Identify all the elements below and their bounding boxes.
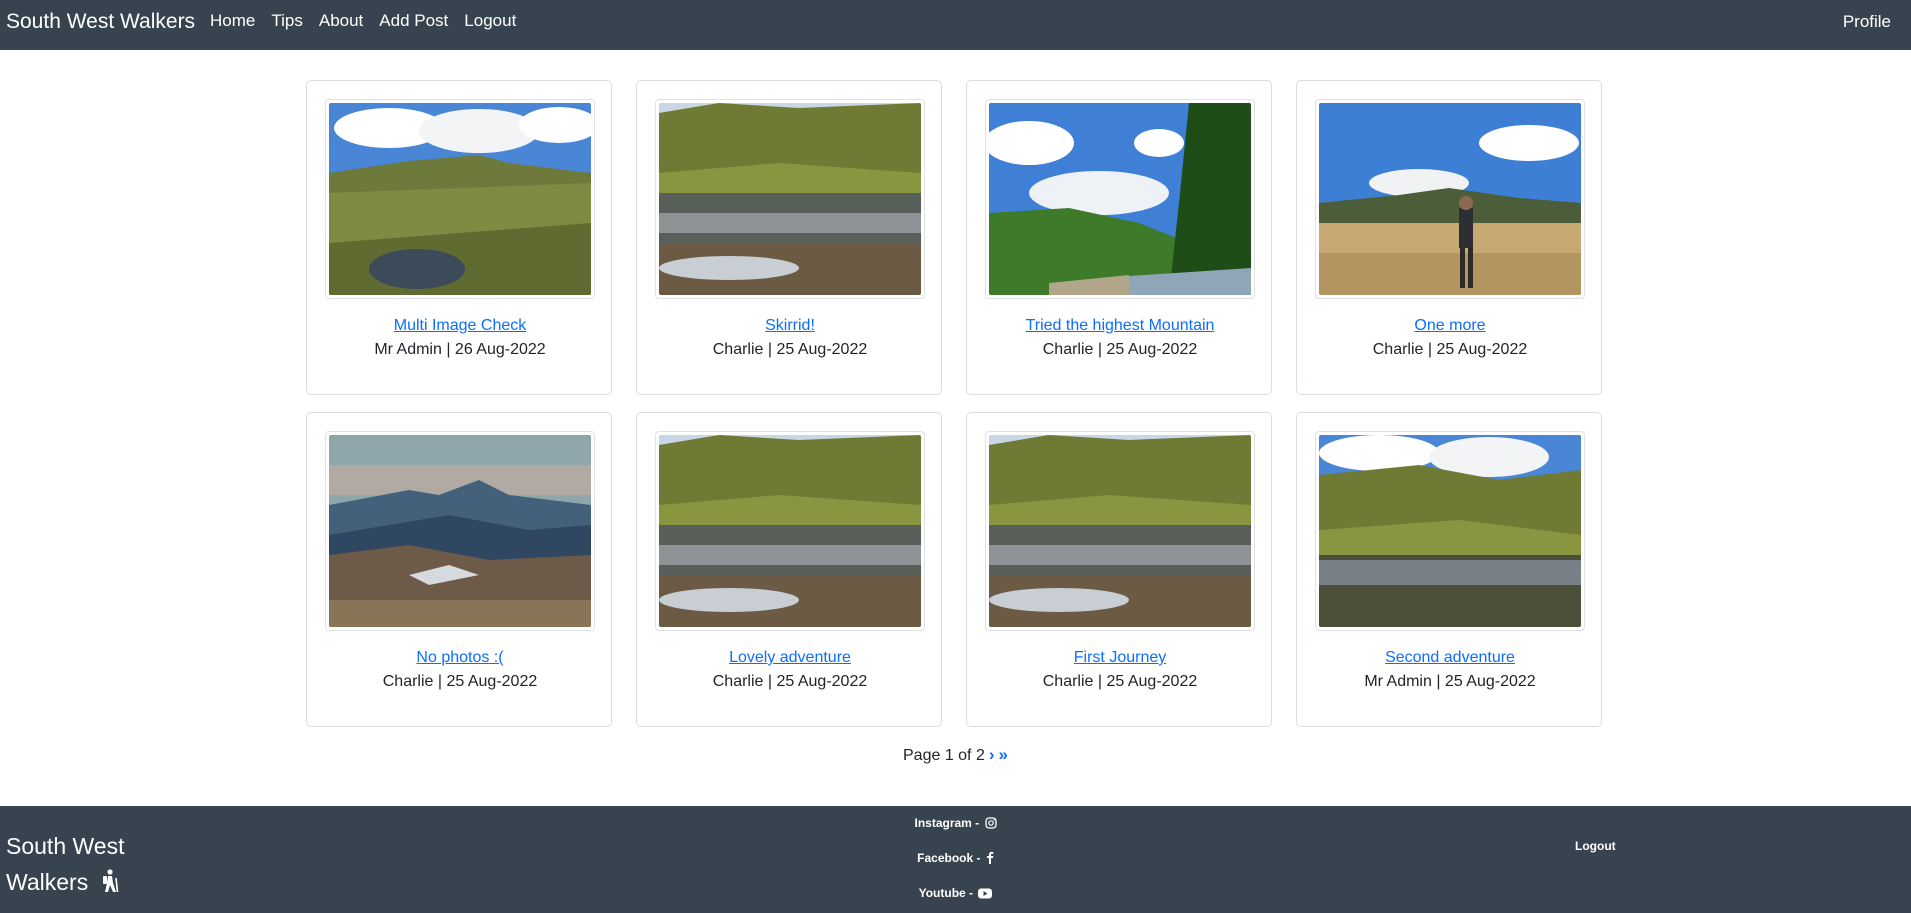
post-meta: Charlie | 25 Aug-2022	[382, 673, 538, 690]
footer: South West Walkers Instagram - Facebook …	[0, 806, 1911, 913]
post-thumbnail-frame[interactable]	[325, 431, 595, 631]
post-title-link[interactable]: Second adventure	[1297, 649, 1603, 667]
post-card: Tried the highest Mountain Charlie | 25 …	[966, 80, 1272, 395]
post-title-link[interactable]: One more	[1297, 317, 1603, 335]
pagination-text: Page 1 of 2	[903, 747, 985, 764]
nav-home[interactable]: Home	[210, 12, 255, 30]
post-image[interactable]	[1319, 435, 1581, 627]
post-thumbnail-frame[interactable]	[655, 99, 925, 299]
facebook-link[interactable]: Facebook -	[0, 851, 1911, 865]
youtube-link[interactable]: Youtube -	[0, 886, 1911, 900]
post-image[interactable]	[659, 103, 921, 295]
post-card: Lovely adventure Charlie | 25 Aug-2022	[636, 412, 942, 727]
post-card: One more Charlie | 25 Aug-2022	[1296, 80, 1602, 395]
post-meta: Charlie | 25 Aug-2022	[712, 673, 868, 690]
post-card: First Journey Charlie | 25 Aug-2022	[966, 412, 1272, 727]
post-image[interactable]	[989, 435, 1251, 627]
post-meta: Charlie | 25 Aug-2022	[712, 341, 868, 358]
post-meta: Charlie | 25 Aug-2022	[1372, 341, 1528, 358]
next-page-icon[interactable]: ›	[989, 745, 995, 764]
nav-about[interactable]: About	[319, 12, 363, 30]
post-title-link[interactable]: No photos :(	[307, 649, 613, 667]
top-navbar: South West Walkers Home Tips About Add P…	[0, 0, 1911, 50]
post-meta: Mr Admin | 25 Aug-2022	[1364, 673, 1536, 690]
post-card: Skirrid! Charlie | 25 Aug-2022	[636, 80, 942, 395]
post-grid: Multi Image Check Mr Admin | 26 Aug-2022…	[306, 80, 1602, 727]
instagram-label: Instagram -	[914, 816, 980, 830]
facebook-label: Facebook -	[917, 851, 981, 865]
footer-logout-link[interactable]: Logout	[1575, 839, 1616, 853]
post-thumbnail-frame[interactable]	[1315, 99, 1585, 299]
nav-add-post[interactable]: Add Post	[379, 12, 448, 30]
nav-logout[interactable]: Logout	[464, 12, 516, 30]
post-meta: Mr Admin | 26 Aug-2022	[374, 341, 546, 358]
post-thumbnail-frame[interactable]	[985, 431, 1255, 631]
navbar-brand[interactable]: South West Walkers	[6, 10, 195, 34]
post-image[interactable]	[1319, 103, 1581, 295]
last-page-icon[interactable]: »	[999, 745, 1008, 764]
post-meta: Charlie | 25 Aug-2022	[1042, 341, 1198, 358]
instagram-link[interactable]: Instagram -	[0, 816, 1911, 830]
post-title-link[interactable]: Multi Image Check	[307, 317, 613, 335]
post-card: Second adventure Mr Admin | 25 Aug-2022	[1296, 412, 1602, 727]
facebook-icon	[986, 851, 994, 864]
post-thumbnail-frame[interactable]	[985, 99, 1255, 299]
post-title-link[interactable]: Skirrid!	[637, 317, 943, 335]
nav-tips[interactable]: Tips	[271, 12, 303, 30]
post-thumbnail-frame[interactable]	[1315, 431, 1585, 631]
post-title-link[interactable]: First Journey	[967, 649, 1273, 667]
post-thumbnail-frame[interactable]	[655, 431, 925, 631]
post-title-link[interactable]: Lovely adventure	[637, 649, 943, 667]
nav-links: Home Tips About Add Post Logout	[210, 12, 532, 30]
post-title-link[interactable]: Tried the highest Mountain	[967, 317, 1273, 335]
youtube-icon	[978, 888, 993, 899]
post-thumbnail-frame[interactable]	[325, 99, 595, 299]
instagram-icon	[984, 817, 997, 829]
youtube-label: Youtube -	[918, 886, 974, 900]
post-card: No photos :( Charlie | 25 Aug-2022	[306, 412, 612, 727]
post-meta: Charlie | 25 Aug-2022	[1042, 673, 1198, 690]
post-card: Multi Image Check Mr Admin | 26 Aug-2022	[306, 80, 612, 395]
pagination: Page 1 of 2 ›»	[0, 745, 1911, 765]
post-image[interactable]	[329, 103, 591, 295]
post-image[interactable]	[989, 103, 1251, 295]
post-image[interactable]	[329, 435, 591, 627]
post-image[interactable]	[659, 435, 921, 627]
nav-profile[interactable]: Profile	[1843, 12, 1891, 32]
